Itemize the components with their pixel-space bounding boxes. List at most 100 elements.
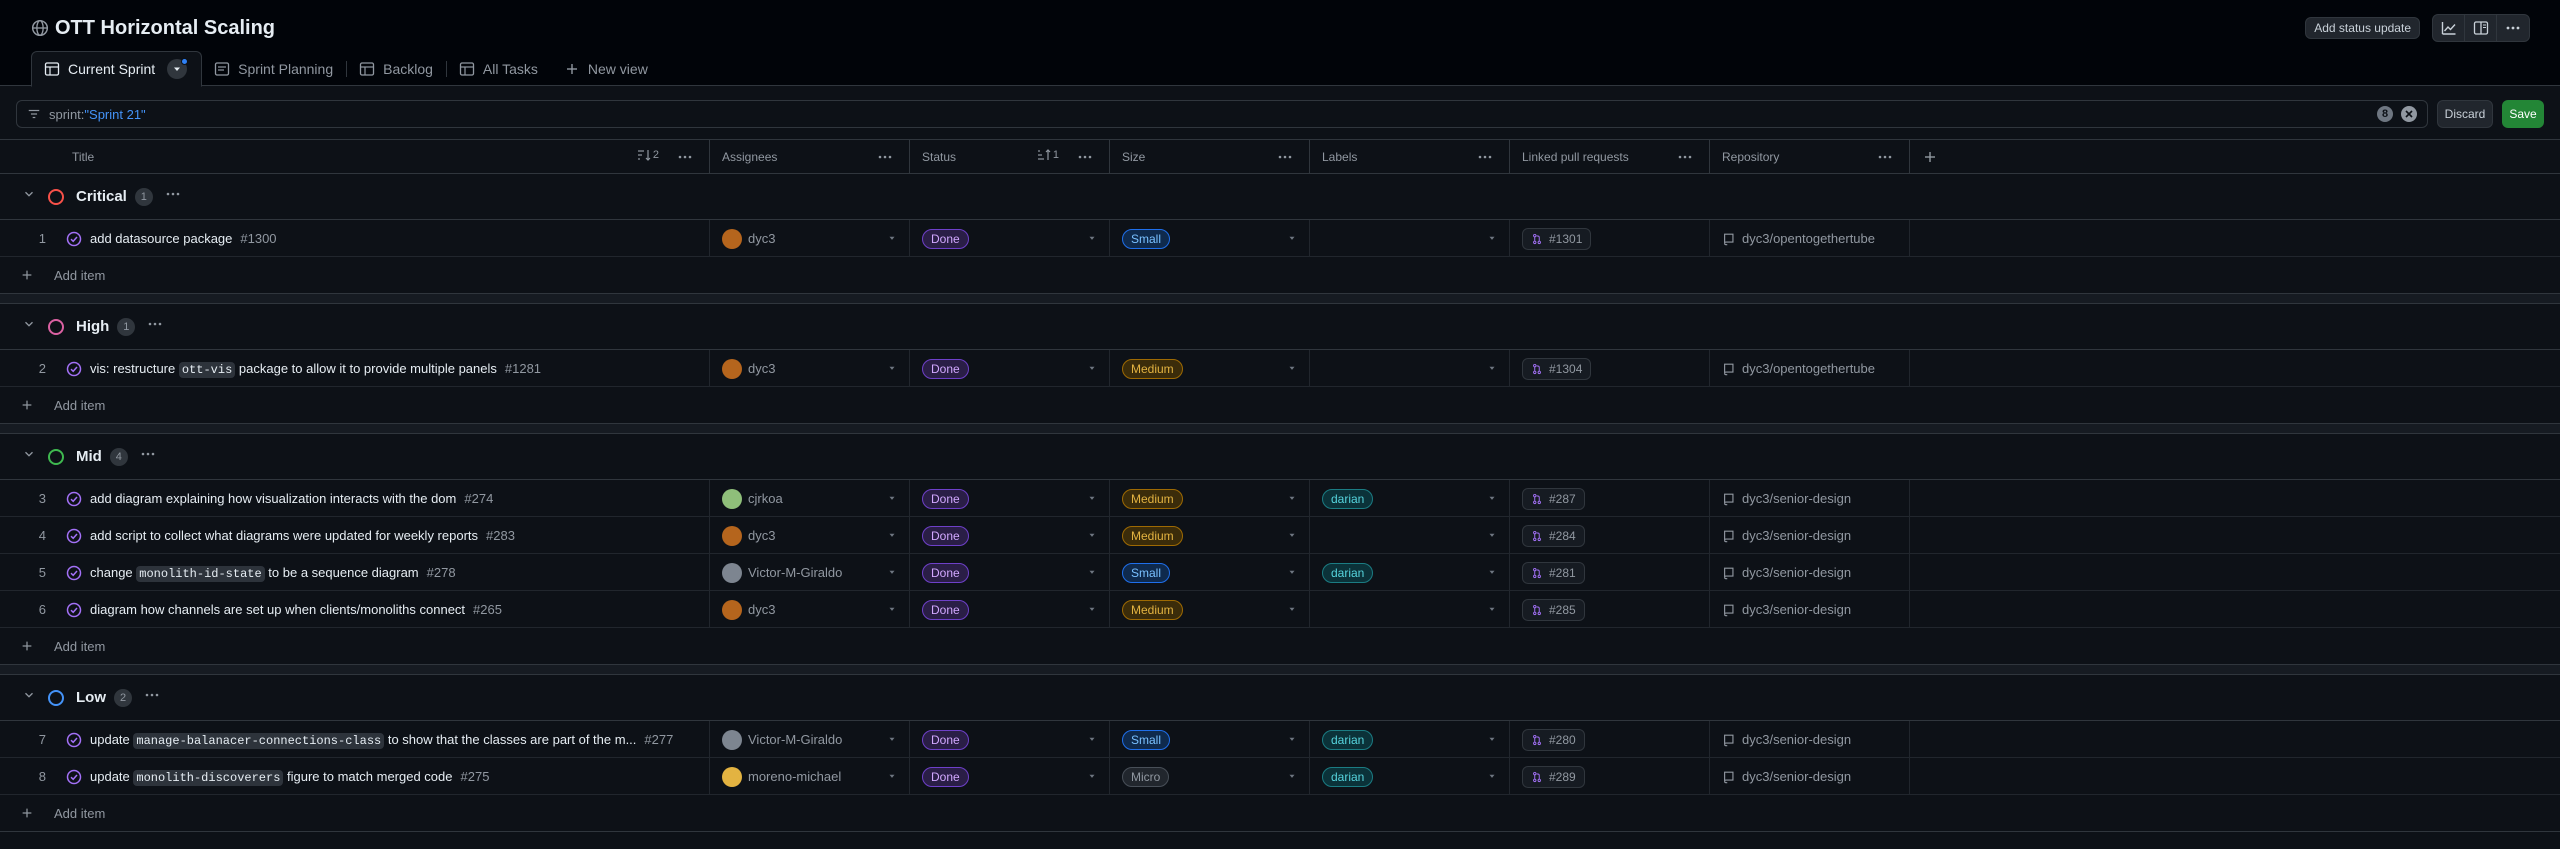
issue-title-link[interactable]: update monolith-discoverers figure to ma… (90, 769, 453, 786)
clear-filter-button[interactable] (2401, 106, 2417, 122)
labels-cell[interactable]: darian (1310, 554, 1510, 591)
assignees-cell[interactable]: moreno-michael (710, 758, 910, 795)
status-cell[interactable]: Done (910, 220, 1110, 257)
repository-link[interactable]: dyc3/senior-design (1742, 528, 1851, 543)
size-cell[interactable]: Small (1110, 220, 1310, 257)
status-cell[interactable]: Done (910, 721, 1110, 758)
issue-title-link[interactable]: update manage-balanacer-connections-clas… (90, 732, 636, 749)
title-cell[interactable]: add diagram explaining how visualization… (58, 480, 710, 517)
linked-pr-link[interactable]: #280 (1522, 728, 1585, 751)
table-row[interactable]: 1 add datasource package #1300 dyc3 Done Smal… (0, 220, 2560, 257)
column-menu-icon[interactable] (1277, 149, 1293, 165)
size-cell[interactable]: Small (1110, 554, 1310, 591)
linked-pr-link[interactable]: #289 (1522, 765, 1585, 788)
status-cell[interactable]: Done (910, 758, 1110, 795)
repository-link[interactable]: dyc3/opentogethertube (1742, 231, 1875, 246)
add-item-row[interactable]: Add item (0, 257, 2560, 294)
issue-title-link[interactable]: add script to collect what diagrams were… (90, 528, 478, 543)
column-menu-icon[interactable] (1477, 149, 1493, 165)
table-row[interactable]: 2 vis: restructure ott-vis package to all… (0, 350, 2560, 387)
new-view-button[interactable]: New view (552, 52, 662, 86)
add-field-button[interactable] (1910, 140, 1950, 174)
add-status-update-button[interactable]: Add status update (2305, 17, 2420, 39)
issue-title-link[interactable]: add diagram explaining how visualization… (90, 491, 456, 506)
save-button[interactable]: Save (2502, 100, 2544, 128)
size-cell[interactable]: Medium (1110, 591, 1310, 628)
title-cell[interactable]: diagram how channels are set up when cli… (58, 591, 710, 628)
table-row[interactable]: 4 add script to collect what diagrams wer… (0, 517, 2560, 554)
status-cell[interactable]: Done (910, 591, 1110, 628)
insights-button[interactable] (2433, 15, 2465, 41)
add-item-row[interactable]: Add item (0, 628, 2560, 665)
table-row[interactable]: 6 diagram how channels are set up when cl… (0, 591, 2560, 628)
column-menu-icon[interactable] (1877, 149, 1893, 165)
column-menu-icon[interactable] (877, 149, 893, 165)
assignees-cell[interactable]: dyc3 (710, 517, 910, 554)
labels-cell[interactable]: darian (1310, 758, 1510, 795)
collapse-group-button[interactable] (22, 317, 36, 336)
tab-sprint-planning[interactable]: Sprint Planning (202, 52, 348, 86)
title-cell[interactable]: add script to collect what diagrams were… (58, 517, 710, 554)
issue-title-link[interactable]: diagram how channels are set up when cli… (90, 602, 465, 617)
project-title[interactable]: OTT Horizontal Scaling (55, 14, 275, 42)
repository-link[interactable]: dyc3/opentogethertube (1742, 361, 1875, 376)
table-row[interactable]: 5 change monolith-id-state to be a sequen… (0, 554, 2560, 591)
table-row[interactable]: 8 update monolith-discoverers figure to m… (0, 758, 2560, 795)
labels-cell[interactable] (1310, 220, 1510, 257)
collapse-group-button[interactable] (22, 187, 36, 206)
add-item-row[interactable]: Add item (0, 387, 2560, 424)
size-cell[interactable]: Small (1110, 721, 1310, 758)
assignees-cell[interactable]: dyc3 (710, 591, 910, 628)
repository-link[interactable]: dyc3/senior-design (1742, 565, 1851, 580)
issue-title-link[interactable]: vis: restructure ott-vis package to allo… (90, 361, 497, 378)
assignees-cell[interactable]: Victor-M-Giraldo (710, 721, 910, 758)
column-header-linked-prs[interactable]: Linked pull requests (1510, 140, 1710, 174)
linked-pr-link[interactable]: #1304 (1522, 357, 1592, 380)
labels-cell[interactable] (1310, 591, 1510, 628)
side-panel-button[interactable] (2465, 15, 2497, 41)
collapse-group-button[interactable] (22, 688, 36, 707)
add-item-row[interactable]: Add item (0, 795, 2560, 832)
repository-link[interactable]: dyc3/senior-design (1742, 602, 1851, 617)
column-menu-icon[interactable] (1077, 149, 1093, 165)
column-menu-icon[interactable] (1677, 149, 1693, 165)
issue-title-link[interactable]: add datasource package (90, 231, 232, 246)
issue-title-link[interactable]: change monolith-id-state to be a sequenc… (90, 565, 419, 582)
title-cell[interactable]: update monolith-discoverers figure to ma… (58, 758, 710, 795)
group-menu-button[interactable] (165, 186, 181, 207)
assignees-cell[interactable]: dyc3 (710, 220, 910, 257)
linked-pr-link[interactable]: #281 (1522, 561, 1585, 584)
column-header-assignees[interactable]: Assignees (710, 140, 910, 174)
labels-cell[interactable]: darian (1310, 480, 1510, 517)
table-row[interactable]: 3 add diagram explaining how visualizatio… (0, 480, 2560, 517)
group-menu-button[interactable] (140, 446, 156, 467)
linked-pr-link[interactable]: #287 (1522, 487, 1585, 510)
column-menu-icon[interactable] (677, 149, 693, 165)
discard-button[interactable]: Discard (2437, 100, 2493, 128)
column-header-size[interactable]: Size (1110, 140, 1310, 174)
assignees-cell[interactable]: cjrkoa (710, 480, 910, 517)
assignees-cell[interactable]: Victor-M-Giraldo (710, 554, 910, 591)
collapse-group-button[interactable] (22, 447, 36, 466)
repository-link[interactable]: dyc3/senior-design (1742, 732, 1851, 747)
filter-input[interactable]: sprint: "Sprint 21" 8 (16, 100, 2428, 128)
group-menu-button[interactable] (144, 687, 160, 708)
linked-pr-link[interactable]: #1301 (1522, 227, 1592, 250)
column-header-title[interactable]: Title 2 (0, 140, 710, 174)
tab-current-sprint[interactable]: Current Sprint (31, 51, 203, 87)
column-header-status[interactable]: Status 1 (910, 140, 1110, 174)
tab-all-tasks[interactable]: All Tasks (447, 52, 552, 86)
more-options-button[interactable] (2497, 15, 2529, 41)
tab-options-button[interactable] (167, 58, 189, 79)
linked-pr-link[interactable]: #285 (1522, 598, 1585, 621)
title-cell[interactable]: update manage-balanacer-connections-clas… (58, 721, 710, 758)
title-cell[interactable]: change monolith-id-state to be a sequenc… (58, 554, 710, 591)
column-header-labels[interactable]: Labels (1310, 140, 1510, 174)
repository-link[interactable]: dyc3/senior-design (1742, 769, 1851, 784)
size-cell[interactable]: Micro (1110, 758, 1310, 795)
repository-link[interactable]: dyc3/senior-design (1742, 491, 1851, 506)
status-cell[interactable]: Done (910, 517, 1110, 554)
tab-backlog[interactable]: Backlog (347, 52, 447, 86)
column-header-repository[interactable]: Repository (1710, 140, 1910, 174)
assignees-cell[interactable]: dyc3 (710, 350, 910, 387)
